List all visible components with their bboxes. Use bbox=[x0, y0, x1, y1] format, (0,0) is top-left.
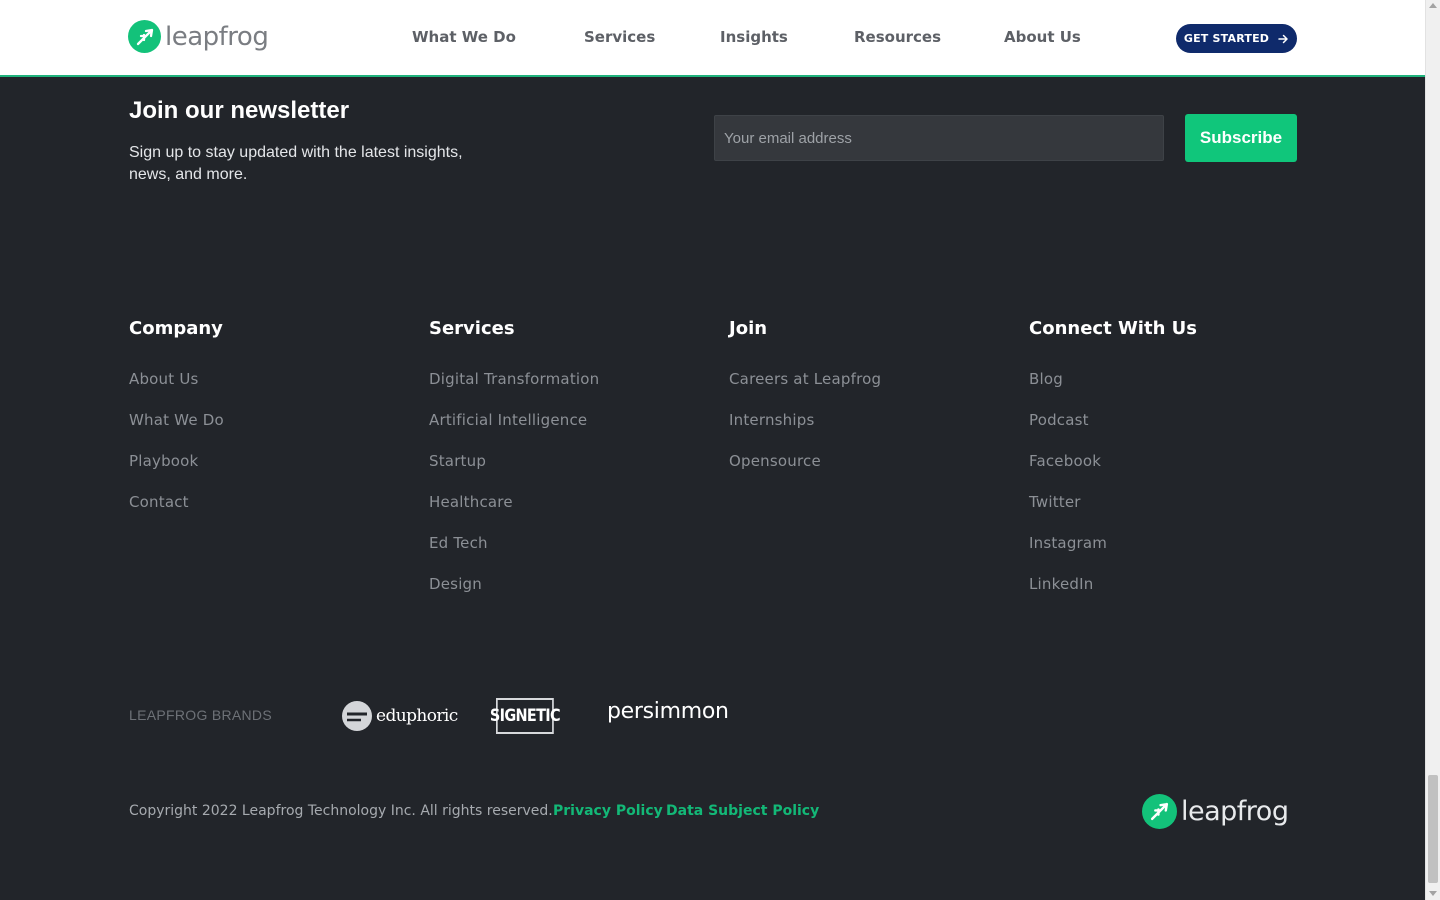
column-heading: Services bbox=[429, 318, 515, 339]
footer-link-blog[interactable]: Blog bbox=[1029, 370, 1063, 388]
footer-link-linkedin[interactable]: LinkedIn bbox=[1029, 575, 1093, 593]
logo-wordmark: leapfrog bbox=[1181, 796, 1289, 827]
footer-link-about-us[interactable]: About Us bbox=[129, 370, 199, 388]
nav-about-us[interactable]: About Us bbox=[1004, 28, 1081, 46]
footer-link-startup[interactable]: Startup bbox=[429, 452, 486, 470]
footer-link-podcast[interactable]: Podcast bbox=[1029, 411, 1089, 429]
leapfrog-plane-icon bbox=[1142, 794, 1177, 829]
footer-link-design[interactable]: Design bbox=[429, 575, 482, 593]
brand-signetic-logo[interactable]: SIGNETIC bbox=[490, 698, 561, 734]
newsletter-description: Sign up to stay updated with the latest … bbox=[129, 144, 463, 183]
get-started-button[interactable]: GET STARTED bbox=[1176, 24, 1297, 53]
footer-link-twitter[interactable]: Twitter bbox=[1029, 493, 1081, 511]
privacy-policy-link[interactable]: Privacy Policy bbox=[553, 803, 663, 819]
page-scrollbar[interactable] bbox=[1425, 0, 1440, 900]
footer-column-join: Join Careers at Leapfrog Internships Ope… bbox=[729, 318, 881, 493]
brands-label: LEAPFROG BRANDS bbox=[129, 707, 272, 723]
footer-link-ed-tech[interactable]: Ed Tech bbox=[429, 534, 488, 552]
newsletter-title: Join our newsletter bbox=[129, 97, 350, 124]
nav-resources[interactable]: Resources bbox=[854, 28, 941, 46]
footer-link-digital-transformation[interactable]: Digital Transformation bbox=[429, 370, 599, 388]
nav-insights[interactable]: Insights bbox=[720, 28, 788, 46]
footer-link-internships[interactable]: Internships bbox=[729, 411, 814, 429]
get-started-label: GET STARTED bbox=[1183, 32, 1270, 45]
eduphoric-e-icon bbox=[342, 701, 372, 731]
footer-link-healthcare[interactable]: Healthcare bbox=[429, 493, 513, 511]
footer-link-artificial-intelligence[interactable]: Artificial Intelligence bbox=[429, 411, 587, 429]
arrow-right-icon bbox=[1278, 34, 1288, 43]
site-header: leapfrog What We Do Services Insights Re… bbox=[0, 0, 1425, 77]
brand-name: eduphoric bbox=[376, 706, 458, 726]
column-heading: Join bbox=[729, 318, 768, 339]
footer-link-facebook[interactable]: Facebook bbox=[1029, 452, 1101, 470]
footer-column-services: Services Digital Transformation Artifici… bbox=[429, 318, 599, 616]
scroll-up-icon[interactable] bbox=[1429, 3, 1437, 8]
footer-link-what-we-do[interactable]: What We Do bbox=[129, 411, 224, 429]
footer-column-connect: Connect With Us Blog Podcast Facebook Tw… bbox=[1029, 318, 1197, 616]
scrollbar-thumb[interactable] bbox=[1428, 775, 1438, 883]
scroll-down-icon[interactable] bbox=[1429, 891, 1437, 896]
column-heading: Company bbox=[129, 318, 223, 339]
footer-link-contact[interactable]: Contact bbox=[129, 493, 189, 511]
footer-column-company: Company About Us What We Do Playbook Con… bbox=[129, 318, 224, 534]
data-subject-policy-link[interactable]: Data Subject Policy bbox=[666, 803, 819, 819]
nav-what-we-do[interactable]: What We Do bbox=[412, 28, 516, 46]
email-field[interactable] bbox=[714, 115, 1164, 161]
footer-link-careers[interactable]: Careers at Leapfrog bbox=[729, 370, 881, 388]
nav-services[interactable]: Services bbox=[584, 28, 655, 46]
footer-logo[interactable]: leapfrog bbox=[1142, 794, 1289, 829]
footer-link-instagram[interactable]: Instagram bbox=[1029, 534, 1107, 552]
column-heading: Connect With Us bbox=[1029, 318, 1197, 339]
brand-eduphoric-logo[interactable]: eduphoric bbox=[341, 700, 458, 732]
copyright-text: Copyright 2022 Leapfrog Technology Inc. … bbox=[129, 803, 553, 819]
subscribe-button[interactable]: Subscribe bbox=[1185, 114, 1297, 162]
footer-link-opensource[interactable]: Opensource bbox=[729, 452, 821, 470]
brand-persimmon-logo[interactable]: persimmon bbox=[607, 699, 729, 724]
footer-link-playbook[interactable]: Playbook bbox=[129, 452, 198, 470]
